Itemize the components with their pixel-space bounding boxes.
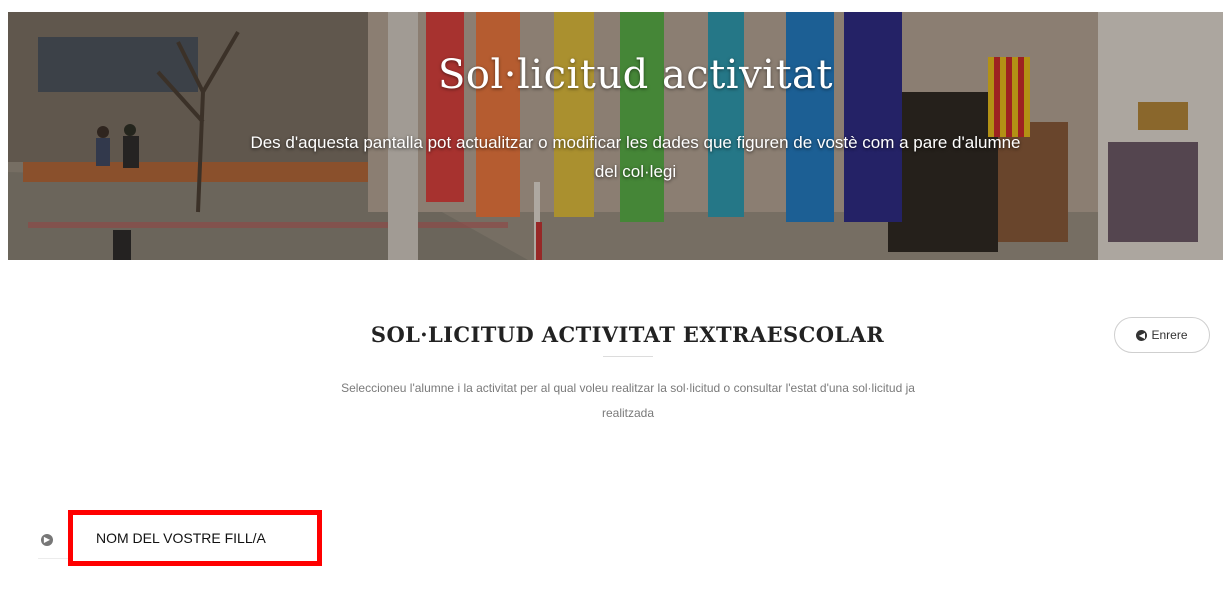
page: Sol·licitud activitat Des d'aquesta pant… (0, 0, 1223, 592)
section-description: Seleccioneu l'alumne i la activitat per … (341, 381, 915, 420)
hero-subtitle: Des d'aquesta pantalla pot actualitzar o… (250, 133, 1021, 181)
child-select-link[interactable]: NOM DEL VOSTRE FILL/A (68, 510, 322, 566)
title-divider (603, 356, 653, 357)
child-list-item: ▶ NOM DEL VOSTRE FILL/A (28, 510, 328, 566)
child-name-label: NOM DEL VOSTRE FILL/A (96, 530, 266, 546)
circle-arrow-right-icon: ▶ (41, 534, 53, 546)
hero-title: Sol·licitud activitat (438, 52, 833, 98)
back-button[interactable]: ◀ Enrere (1114, 317, 1210, 353)
section-title: SOL·LICITUD ACTIVITAT EXTRAESCOLAR (370, 322, 885, 347)
hero-banner: Sol·licitud activitat Des d'aquesta pant… (8, 12, 1223, 260)
back-button-label: Enrere (1151, 328, 1188, 342)
circle-arrow-left-icon: ◀ (1136, 329, 1148, 341)
